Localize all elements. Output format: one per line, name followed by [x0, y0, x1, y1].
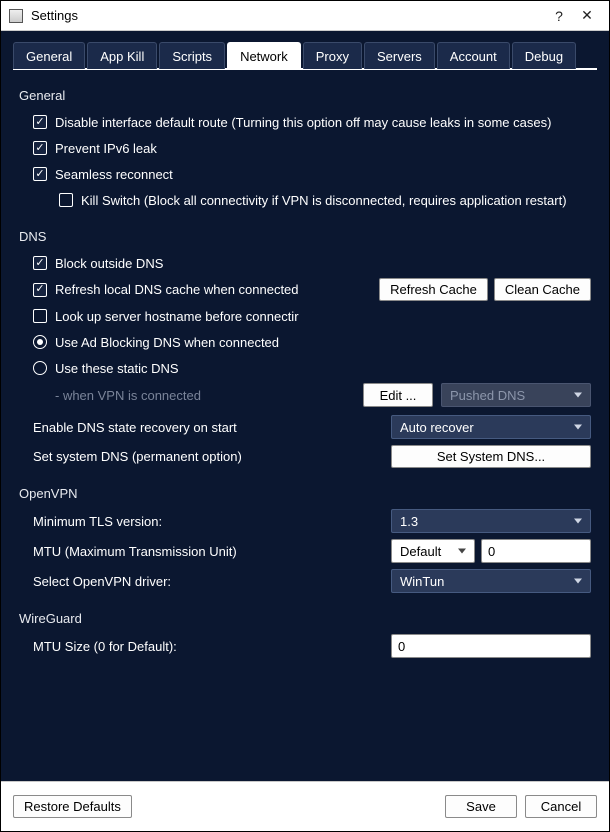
label-ovpn-mtu: MTU (Maximum Transmission Unit)	[33, 544, 381, 559]
tab-general[interactable]: General	[13, 42, 85, 69]
hint-static-dns: - when VPN is connected	[33, 388, 363, 403]
checkbox-prevent-ipv6[interactable]	[33, 141, 47, 155]
label-static-dns: Use these static DNS	[55, 361, 591, 376]
content-area: General App Kill Scripts Network Proxy S…	[1, 31, 609, 781]
checkbox-disable-default-route[interactable]	[33, 115, 47, 129]
label-refresh-local-dns: Refresh local DNS cache when connected	[55, 282, 379, 297]
close-button[interactable]: ✕	[573, 7, 601, 24]
checkbox-refresh-local-dns[interactable]	[33, 283, 47, 297]
section-wireguard-title: WireGuard	[19, 611, 591, 626]
tab-debug[interactable]: Debug	[512, 42, 576, 69]
tab-scripts[interactable]: Scripts	[159, 42, 225, 69]
pushed-dns-select[interactable]: Pushed DNS	[441, 383, 591, 407]
tab-network[interactable]: Network	[227, 42, 301, 69]
section-general-title: General	[19, 88, 591, 103]
label-prevent-ipv6: Prevent IPv6 leak	[55, 141, 591, 156]
network-pane: General Disable interface default route …	[13, 76, 597, 658]
ovpn-mtu-input[interactable]: 0	[481, 539, 591, 563]
section-openvpn-title: OpenVPN	[19, 486, 591, 501]
tab-servers[interactable]: Servers	[364, 42, 435, 69]
label-ovpn-driver: Select OpenVPN driver:	[33, 574, 381, 589]
label-adblock-dns: Use Ad Blocking DNS when connected	[55, 335, 591, 350]
ovpn-mtu-mode-select[interactable]: Default	[391, 539, 475, 563]
help-button[interactable]: ?	[545, 8, 573, 24]
checkbox-seamless-reconnect[interactable]	[33, 167, 47, 181]
tab-bar: General App Kill Scripts Network Proxy S…	[13, 41, 597, 70]
label-seamless-reconnect: Seamless reconnect	[55, 167, 591, 182]
clean-cache-button[interactable]: Clean Cache	[494, 278, 591, 301]
label-block-outside-dns: Block outside DNS	[55, 256, 591, 271]
label-dns-state-recovery: Enable DNS state recovery on start	[33, 420, 381, 435]
min-tls-select[interactable]: 1.3	[391, 509, 591, 533]
window-title: Settings	[31, 8, 545, 23]
checkbox-kill-switch[interactable]	[59, 193, 73, 207]
wg-mtu-input[interactable]: 0	[391, 634, 591, 658]
dialog-footer: Restore Defaults Save Cancel	[1, 781, 609, 831]
app-icon	[9, 9, 23, 23]
label-wg-mtu: MTU Size (0 for Default):	[33, 639, 381, 654]
ovpn-driver-select[interactable]: WinTun	[391, 569, 591, 593]
label-disable-default-route: Disable interface default route (Turning…	[55, 115, 591, 130]
label-kill-switch: Kill Switch (Block all connectivity if V…	[81, 193, 591, 208]
label-min-tls: Minimum TLS version:	[33, 514, 381, 529]
refresh-cache-button[interactable]: Refresh Cache	[379, 278, 488, 301]
tab-proxy[interactable]: Proxy	[303, 42, 362, 69]
label-set-system-dns: Set system DNS (permanent option)	[33, 449, 381, 464]
section-dns-title: DNS	[19, 229, 591, 244]
radio-static-dns[interactable]	[33, 361, 47, 375]
cancel-button[interactable]: Cancel	[525, 795, 597, 818]
radio-adblock-dns[interactable]	[33, 335, 47, 349]
restore-defaults-button[interactable]: Restore Defaults	[13, 795, 132, 818]
checkbox-block-outside-dns[interactable]	[33, 256, 47, 270]
tab-app-kill[interactable]: App Kill	[87, 42, 157, 69]
set-system-dns-button[interactable]: Set System DNS...	[391, 445, 591, 468]
save-button[interactable]: Save	[445, 795, 517, 818]
titlebar: Settings ? ✕	[1, 1, 609, 31]
label-lookup-hostname: Look up server hostname before connectir	[55, 309, 591, 324]
checkbox-lookup-hostname[interactable]	[33, 309, 47, 323]
dns-state-recovery-select[interactable]: Auto recover	[391, 415, 591, 439]
tab-account[interactable]: Account	[437, 42, 510, 69]
edit-static-dns-button[interactable]: Edit ...	[363, 383, 433, 407]
